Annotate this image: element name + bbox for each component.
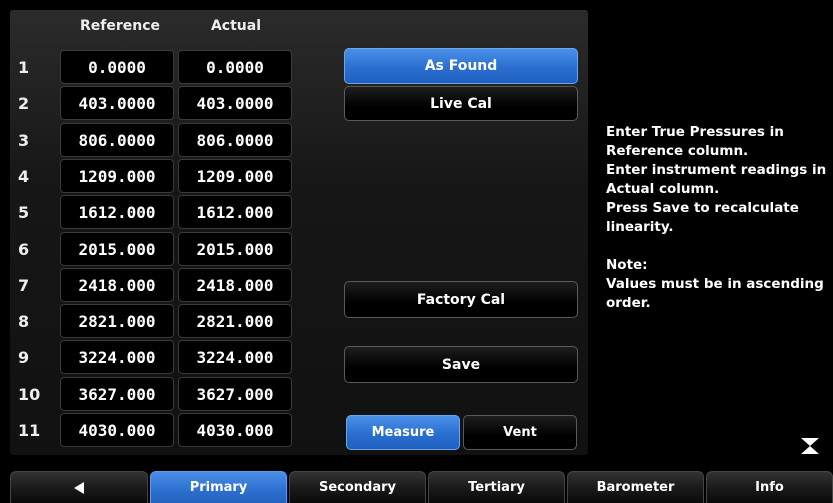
tab-tertiary[interactable]: Tertiary	[428, 471, 565, 503]
measure-button[interactable]: Measure	[346, 415, 460, 450]
reference-cell[interactable]: 2015.000	[60, 232, 174, 266]
actual-cell[interactable]: 403.0000	[178, 86, 292, 120]
actual-cell[interactable]: 1209.000	[178, 159, 292, 193]
vent-button[interactable]: Vent	[463, 415, 577, 450]
actual-cell[interactable]: 3224.000	[178, 340, 292, 374]
row-number: 1	[18, 58, 30, 77]
actual-cell[interactable]: 4030.000	[178, 413, 292, 447]
row-number: 4	[18, 167, 30, 186]
row-number: 3	[18, 131, 30, 150]
scroll-arrows-icon[interactable]	[800, 437, 820, 455]
save-button[interactable]: Save	[344, 346, 578, 383]
tab-barometer[interactable]: Barometer	[567, 471, 704, 503]
reference-cell[interactable]: 3224.000	[60, 340, 174, 374]
reference-cell[interactable]: 1612.000	[60, 195, 174, 229]
tab-secondary[interactable]: Secondary	[289, 471, 426, 503]
reference-cell[interactable]: 2418.000	[60, 268, 174, 302]
factory-cal-button[interactable]: Factory Cal	[344, 281, 578, 318]
tab-info[interactable]: Info	[706, 471, 833, 503]
instructions-panel: Enter True Pressures in Reference column…	[606, 123, 828, 313]
back-arrow-icon	[74, 481, 84, 494]
reference-cell[interactable]: 806.0000	[60, 123, 174, 157]
row-number: 5	[18, 203, 30, 222]
instruction-line: Enter True Pressures in Reference column…	[606, 124, 784, 159]
actual-cell[interactable]: 2821.000	[178, 304, 292, 338]
reference-cell[interactable]: 0.0000	[60, 50, 174, 84]
actual-cell[interactable]: 2418.000	[178, 268, 292, 302]
row-number: 11	[18, 421, 41, 440]
as-found-button[interactable]: As Found	[344, 48, 578, 84]
note-text: Values must be in ascending order.	[606, 276, 824, 311]
reference-cell[interactable]: 3627.000	[60, 377, 174, 411]
row-number: 2	[18, 94, 30, 113]
actual-cell[interactable]: 2015.000	[178, 232, 292, 266]
tab-back[interactable]	[10, 471, 148, 503]
bottom-tab-bar: Primary Secondary Tertiary Barometer Inf…	[0, 471, 833, 503]
instruction-line: Press Save to recalculate linearity.	[606, 200, 799, 235]
actual-cell[interactable]: 3627.000	[178, 377, 292, 411]
live-cal-button[interactable]: Live Cal	[344, 86, 578, 121]
row-number: 10	[18, 385, 41, 404]
reference-cell[interactable]: 2821.000	[60, 304, 174, 338]
actual-cell[interactable]: 806.0000	[178, 123, 292, 157]
note-title: Note:	[606, 257, 648, 273]
actual-cell[interactable]: 0.0000	[178, 50, 292, 84]
actual-cell[interactable]: 1612.000	[178, 195, 292, 229]
row-number: 6	[18, 240, 30, 259]
calibration-screen: Reference Actual 1 0.0000 0.0000 2 403.0000 4…	[0, 0, 833, 503]
tab-primary[interactable]: Primary	[150, 471, 287, 503]
row-number: 9	[18, 348, 30, 367]
reference-cell[interactable]: 1209.000	[60, 159, 174, 193]
row-number: 7	[18, 276, 30, 295]
reference-cell[interactable]: 4030.000	[60, 413, 174, 447]
reference-cell[interactable]: 403.0000	[60, 86, 174, 120]
row-number: 8	[18, 312, 30, 331]
column-header-actual: Actual	[210, 18, 262, 34]
instruction-line: Enter instrument readings in Actual colu…	[606, 162, 827, 197]
column-header-reference: Reference	[79, 18, 161, 34]
